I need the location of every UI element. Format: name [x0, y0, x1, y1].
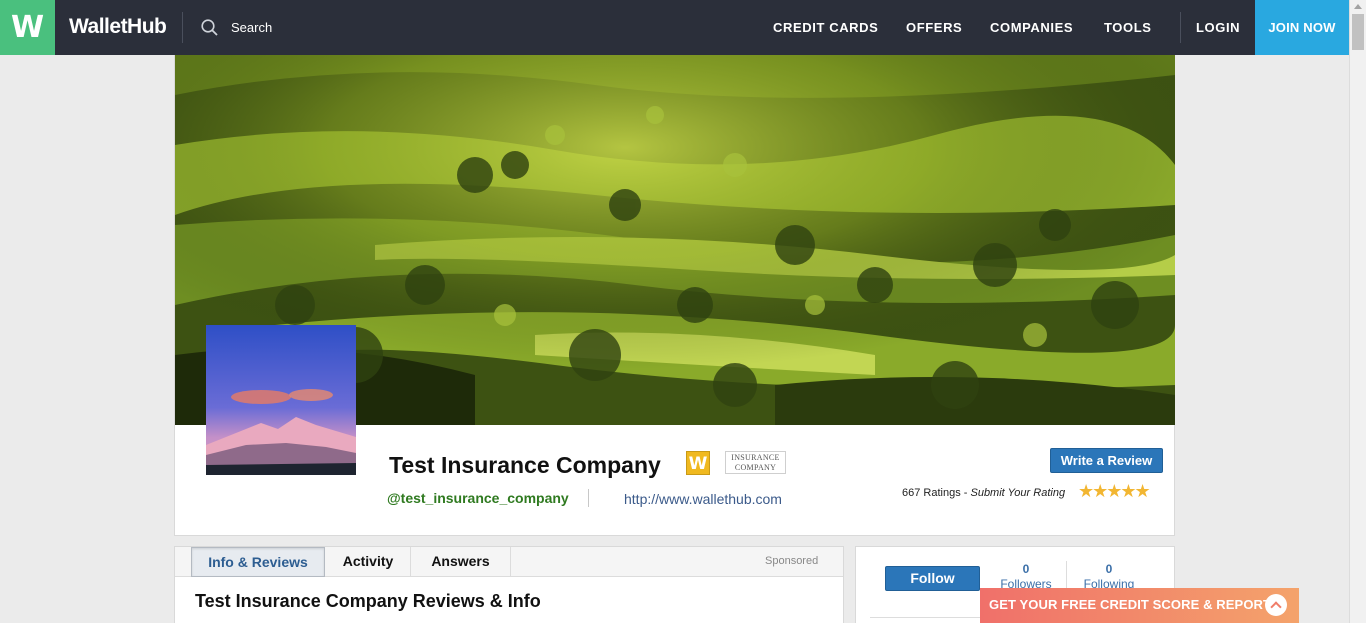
search-icon[interactable]: [201, 19, 218, 36]
sponsored-label: Sponsored: [765, 555, 819, 567]
following-count: 0: [1105, 562, 1113, 576]
submit-rating-link[interactable]: Submit Your Rating: [970, 487, 1065, 499]
tab-activity[interactable]: Activity: [326, 547, 411, 577]
nav-companies[interactable]: COMPANIES: [990, 20, 1073, 35]
company-name: Test Insurance Company: [389, 452, 661, 478]
wallethub-verified-badge-icon: W: [686, 451, 710, 475]
credit-banner-text[interactable]: GET YOUR FREE CREDIT SCORE & REPORT: [989, 597, 1271, 612]
write-review-button[interactable]: Write a Review: [1050, 448, 1163, 473]
rating-stars-icon[interactable]: ★★★★★: [1078, 481, 1151, 502]
wallethub-logo-icon[interactable]: W: [0, 0, 55, 55]
nav-divider: [1180, 12, 1181, 43]
login-link[interactable]: LOGIN: [1196, 20, 1240, 35]
section-title: Test Insurance Company Reviews & Info: [195, 591, 541, 611]
page-scrollbar[interactable]: [1349, 0, 1366, 623]
scroll-up-arrow-icon[interactable]: [1354, 4, 1362, 9]
type-badge-line2: COMPANY: [734, 463, 777, 472]
top-navigation: W WalletHub Search CREDIT CARDS OFFERS C…: [0, 0, 1349, 55]
company-website-link[interactable]: http://www.wallethub.com: [624, 491, 782, 507]
tab-answers[interactable]: Answers: [411, 547, 511, 577]
chevron-up-icon[interactable]: [1265, 594, 1287, 616]
handle-url-divider: [588, 489, 589, 507]
join-now-button[interactable]: JOIN NOW: [1255, 0, 1349, 55]
nav-tools[interactable]: TOOLS: [1104, 20, 1152, 35]
company-type-badge: INSURANCE COMPANY: [725, 451, 786, 474]
ratings-count: 667 Ratings -: [902, 487, 971, 499]
tab-info-reviews[interactable]: Info & Reviews: [191, 547, 325, 577]
mountain-avatar-image: [206, 325, 356, 475]
nav-divider: [182, 12, 183, 43]
company-avatar[interactable]: [206, 325, 356, 475]
ratings-summary: 667 Ratings - Submit Your Rating: [902, 487, 1065, 499]
main-content-panel: Info & Reviews Activity Answers Sponsore…: [174, 546, 844, 623]
search-input[interactable]: Search: [231, 20, 272, 35]
free-credit-score-banner[interactable]: GET YOUR FREE CREDIT SCORE & REPORT: [980, 588, 1299, 623]
follow-button[interactable]: Follow: [885, 566, 980, 591]
followers-count: 0: [1022, 562, 1030, 576]
company-profile-card: Test Insurance Company W INSURANCE COMPA…: [174, 55, 1175, 536]
company-handle-link[interactable]: @test_insurance_company: [387, 490, 569, 506]
nav-offers[interactable]: OFFERS: [906, 20, 962, 35]
type-badge-line1: INSURANCE: [731, 453, 780, 462]
scroll-thumb[interactable]: [1352, 14, 1364, 50]
wallethub-logo-text[interactable]: WalletHub: [69, 15, 167, 39]
nav-credit-cards[interactable]: CREDIT CARDS: [773, 20, 878, 35]
profile-tabs: Info & Reviews Activity Answers Sponsore…: [175, 547, 843, 577]
